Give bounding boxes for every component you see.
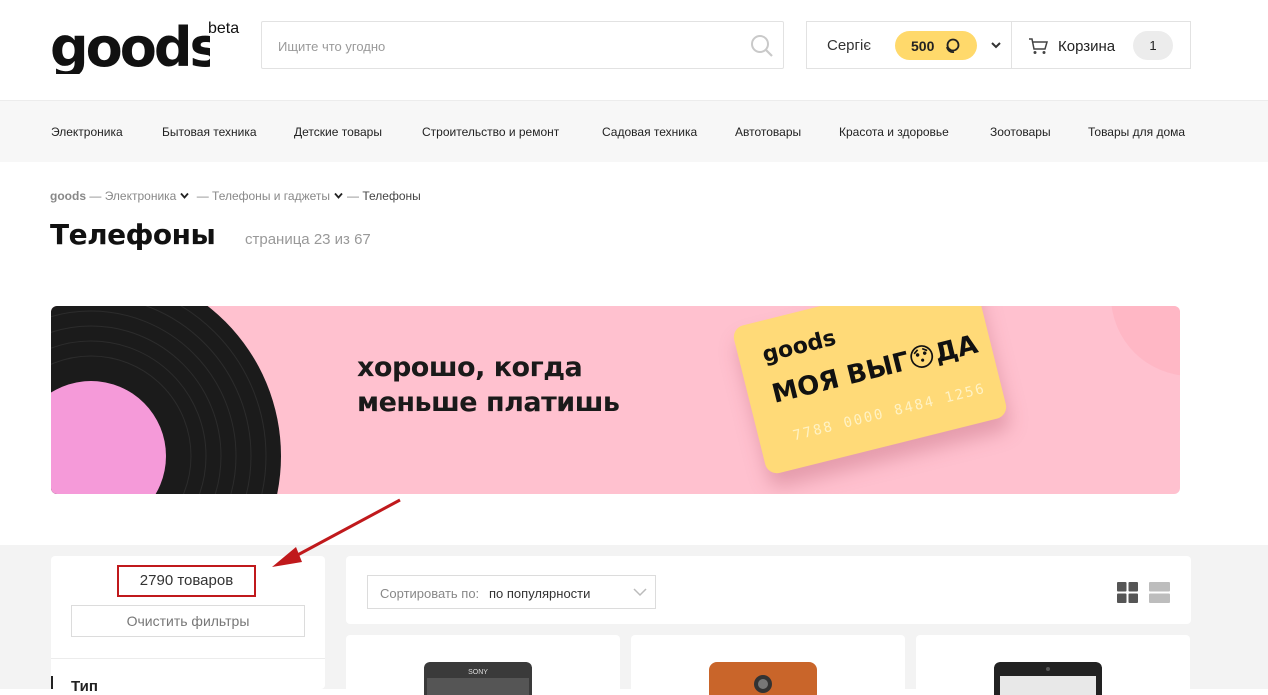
- category-pets[interactable]: Зоотовары: [990, 125, 1051, 139]
- breadcrumb: goods — Электроника — Телефоны и гаджеты…: [50, 189, 421, 203]
- product-card[interactable]: [916, 635, 1190, 695]
- page-title: Телефоны: [50, 218, 216, 251]
- breadcrumb-home[interactable]: goods: [50, 189, 86, 203]
- search-box[interactable]: [261, 21, 784, 70]
- divider: [1011, 22, 1012, 68]
- category-construction[interactable]: Строительство и ремонт: [422, 125, 559, 139]
- category-auto[interactable]: Автотовары: [735, 125, 801, 139]
- breadcrumb-current: Телефоны: [362, 189, 421, 203]
- logo-text: goods: [50, 16, 210, 74]
- product-image: [709, 662, 817, 695]
- chevron-down-icon[interactable]: [180, 191, 190, 200]
- breadcrumb-electronics[interactable]: Электроника: [105, 189, 177, 203]
- decor-circle: [1111, 306, 1180, 376]
- vinyl-record-image: [51, 306, 281, 494]
- card-logo: goods: [759, 325, 839, 369]
- sort-select[interactable]: Сортировать по: по популярности: [367, 575, 656, 609]
- logo[interactable]: goods beta: [50, 14, 239, 79]
- divider: [51, 658, 325, 659]
- product-image: [994, 662, 1102, 695]
- goods-logo: goods: [50, 16, 223, 79]
- page-info: страница 23 из 67: [245, 231, 371, 248]
- banner-headline: хорошо, когда меньше платишь: [357, 350, 620, 420]
- bonus-badge[interactable]: 500: [895, 31, 977, 60]
- product-count: 2790 товаров: [117, 565, 256, 597]
- category-appliances[interactable]: Бытовая техника: [162, 125, 257, 139]
- category-beauty[interactable]: Красота и здоровье: [839, 125, 949, 139]
- breadcrumb-separator: —: [347, 189, 360, 203]
- promo-banner[interactable]: хорошо, когда меньше платишь goods МОЯ В…: [51, 306, 1180, 494]
- category-garden[interactable]: Садовая техника: [602, 125, 697, 139]
- sort-value: по популярности: [489, 586, 591, 601]
- search-icon[interactable]: [751, 35, 773, 57]
- search-input[interactable]: [276, 22, 740, 70]
- banner-line-2: меньше платишь: [357, 387, 620, 418]
- coin-icon: [946, 38, 960, 53]
- loyalty-card-image: goods МОЯ ВЫГ😯ДА 7788 0000 8484 1256: [731, 306, 1009, 476]
- chevron-down-icon[interactable]: [990, 39, 1002, 51]
- product-card[interactable]: SONY: [346, 635, 620, 695]
- breadcrumb-phones-gadgets[interactable]: Телефоны и гаджеты: [212, 189, 330, 203]
- filter-type-heading[interactable]: Тип: [71, 678, 98, 695]
- product-brand: SONY: [468, 669, 488, 676]
- product-image: SONY: [424, 662, 532, 695]
- category-nav: Электроника Бытовая техника Детские това…: [0, 100, 1268, 162]
- user-name[interactable]: Сергіє: [827, 37, 871, 54]
- grid-view-icon[interactable]: [1117, 582, 1138, 603]
- filter-sidebar: 2790 товаров Очистить фильтры Тип: [51, 556, 325, 695]
- sort-toolbar: Сортировать по: по популярности: [346, 556, 1191, 624]
- user-panel: Сергіє 500 Корзина 1: [806, 21, 1191, 69]
- filter-indicator: [51, 676, 53, 689]
- chevron-down-icon: [633, 588, 647, 597]
- logo-beta-badge: beta: [208, 20, 240, 37]
- cart-count-badge[interactable]: 1: [1133, 31, 1173, 60]
- category-kids[interactable]: Детские товары: [294, 125, 382, 139]
- list-view-icon[interactable]: [1149, 582, 1170, 603]
- clear-filters-button[interactable]: Очистить фильтры: [71, 605, 305, 637]
- breadcrumb-separator: —: [89, 189, 102, 203]
- product-card[interactable]: [631, 635, 905, 695]
- site-header: goods beta Сергіє 500 Корзина 1: [0, 0, 1268, 100]
- cart-link[interactable]: Корзина: [1058, 38, 1115, 55]
- cart-icon[interactable]: [1028, 37, 1048, 55]
- sort-label: Сортировать по:: [380, 586, 480, 601]
- bonus-points: 500: [911, 38, 935, 54]
- breadcrumb-separator: —: [196, 189, 209, 203]
- banner-line-1: хорошо, когда: [357, 352, 583, 383]
- chevron-down-icon[interactable]: [334, 191, 343, 200]
- category-electronics[interactable]: Электроника: [51, 125, 123, 139]
- category-home[interactable]: Товары для дома: [1088, 125, 1185, 139]
